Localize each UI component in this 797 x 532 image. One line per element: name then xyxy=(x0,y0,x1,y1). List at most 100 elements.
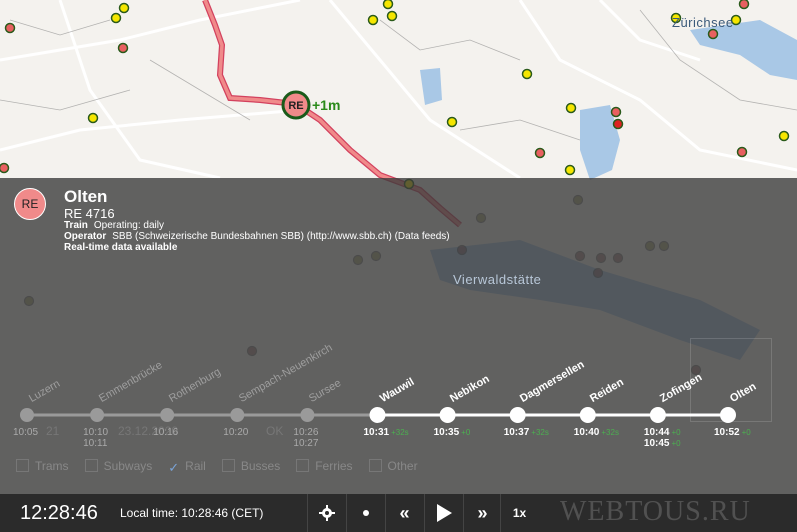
timeline-time-row: 10:10 xyxy=(83,427,108,438)
train-schedule-row: Train Operating: daily xyxy=(64,220,664,231)
record-button[interactable] xyxy=(346,494,384,532)
filter-label: Subways xyxy=(103,459,153,473)
timeline-time-row: 10:45 +0 xyxy=(644,438,681,449)
filter-label: Trams xyxy=(35,459,69,473)
timeline-time-value: 10:44 xyxy=(643,427,670,438)
filter-rail[interactable]: ✓ Rail xyxy=(168,459,206,476)
checkbox-icon[interactable] xyxy=(368,459,382,472)
filter-label: Ferries xyxy=(315,459,353,473)
clock: 12:28:46 xyxy=(20,502,98,524)
timeline-time-row: 10:11 xyxy=(83,438,108,449)
timeline-time-row: 10:37 +32s xyxy=(504,427,549,438)
timeline-time-value: 10:16 xyxy=(153,427,179,438)
timeline-delay: +32s xyxy=(391,428,409,437)
train-label: Train xyxy=(64,220,88,231)
timeline-time-value: 10:35 xyxy=(433,427,460,438)
rewind-icon: « xyxy=(399,502,410,523)
timeline-time-value: 10:26 xyxy=(293,427,319,438)
timeline-delay: +0 xyxy=(461,428,471,437)
timeline-stop-time: 10:44 +0 10:45 +0 xyxy=(644,427,681,449)
timeline-time-value: 10:40 xyxy=(573,427,600,438)
timeline-stop-time: 10:52 +0 xyxy=(714,427,751,438)
filter-ferries[interactable]: Ferries xyxy=(296,459,353,476)
timeline-stop-time: 10:05 xyxy=(13,427,38,438)
filter-busses[interactable]: Busses xyxy=(221,459,281,476)
checkbox-icon[interactable] xyxy=(16,459,29,472)
timeline-time-row: 10:26 xyxy=(293,427,318,438)
timeline-stop-dot[interactable] xyxy=(509,407,526,423)
timeline-stop-dot[interactable] xyxy=(300,408,315,422)
timeline-stop-dot[interactable] xyxy=(649,407,666,423)
timeline-time-row: 10:40 +32s xyxy=(574,427,619,438)
timeline-time-row: 10:27 xyxy=(293,438,318,449)
local-time: Local time: 10:28:46 (CET) xyxy=(120,506,264,520)
watermark: WEBTOUS.RU xyxy=(560,496,751,527)
timeline-stop-dot[interactable] xyxy=(90,408,105,422)
train-number: RE 4716 xyxy=(64,206,115,221)
timeline-time-row: 10:20 xyxy=(223,427,248,438)
timeline-time-value: 10:31 xyxy=(363,427,390,438)
timeline-delay: +32s xyxy=(531,428,549,437)
checkbox-icon[interactable] xyxy=(296,459,310,472)
gear-icon xyxy=(318,505,335,521)
stop-timeline: Luzern 10:05 Emmenbrücke 10:10 10:11 Rothenbu… xyxy=(0,330,797,470)
timeline-stop-dot[interactable] xyxy=(230,408,245,422)
timeline-stop-time: 10:10 10:11 xyxy=(83,427,108,449)
timeline-time-row: 10:05 xyxy=(13,427,38,438)
timeline-stop-time: 10:16 xyxy=(153,427,178,438)
timeline-stop-dot[interactable] xyxy=(720,407,736,423)
timeline-stop-dot[interactable] xyxy=(439,407,456,423)
timeline-stop-time: 10:35 +0 xyxy=(434,427,471,438)
settings-button[interactable] xyxy=(307,494,345,532)
timeline-stop-dot[interactable] xyxy=(579,407,596,423)
timeline-stop-dot[interactable] xyxy=(160,408,175,422)
timeline-time-row: 10:16 xyxy=(153,427,178,438)
timeline-stop-dot[interactable] xyxy=(20,408,34,422)
timeline-delay: +0 xyxy=(741,428,751,437)
filter-label: Other xyxy=(387,459,418,473)
timeline-stop-time: 10:40 +32s xyxy=(574,427,619,438)
checkbox-icon[interactable] xyxy=(221,459,235,472)
filter-subways[interactable]: Subways xyxy=(84,459,153,476)
operator-row: Operator SBB (Schweizerische Bundesbahnen… xyxy=(64,231,664,242)
filter-other[interactable]: Other xyxy=(368,459,418,476)
timeline-delay: +0 xyxy=(671,428,681,437)
timeline-time-row: 10:35 +0 xyxy=(434,427,471,438)
timeline-time-value: 10:45 xyxy=(643,438,670,449)
timeline-stop-time: 10:26 10:27 xyxy=(293,427,318,449)
map-label-lake-lucerne: Vierwaldstätte xyxy=(453,272,542,287)
speed-label: 1x xyxy=(512,506,527,520)
timeline-time-value: 10:20 xyxy=(223,427,249,438)
timeline-time-row: 10:52 +0 xyxy=(714,427,751,438)
checkbox-checked-icon[interactable]: ✓ xyxy=(168,460,179,476)
dot-icon xyxy=(362,510,369,516)
timeline-time-row: 10:44 +0 xyxy=(644,427,681,438)
timeline-stop-time: 10:20 xyxy=(223,427,248,438)
realtime-note: Real-time data available xyxy=(64,242,178,253)
speed-button[interactable]: 1x xyxy=(500,494,538,532)
rewind-button[interactable]: « xyxy=(385,494,423,532)
play-icon xyxy=(436,504,452,522)
timeline-time-row: 10:31 +32s xyxy=(364,427,409,438)
train-destination: Olten xyxy=(64,187,108,206)
timeline-delay: +0 xyxy=(671,439,681,448)
timeline-time-value: 10:11 xyxy=(83,438,108,449)
timeline-time-value: 10:27 xyxy=(293,438,319,449)
timeline-delay: +32s xyxy=(601,428,619,437)
timeline-time-value: 10:05 xyxy=(13,427,39,438)
timeline-stop-dot[interactable] xyxy=(369,407,386,423)
fast-forward-icon: » xyxy=(477,502,488,523)
map-label-zurichsee: Zürichsee xyxy=(672,15,734,30)
checkbox-icon[interactable] xyxy=(84,459,98,472)
fast-forward-button[interactable]: » xyxy=(463,494,501,532)
filter-trams[interactable]: Trams xyxy=(16,459,69,476)
filter-label: Rail xyxy=(185,459,206,473)
operator-value[interactable]: SBB (Schweizerische Bundesbahnen SBB) (h… xyxy=(112,231,449,242)
train-type-badge: RE xyxy=(14,188,46,220)
timeline-stop-time: 10:31 +32s xyxy=(364,427,409,438)
play-button[interactable] xyxy=(424,494,462,532)
operator-label: Operator xyxy=(64,231,107,242)
timeline-time-value: 10:10 xyxy=(83,427,109,438)
transport-filters: Trams Subways ✓ Rail Busses Ferries Other xyxy=(16,459,418,476)
filter-label: Busses xyxy=(240,459,281,473)
